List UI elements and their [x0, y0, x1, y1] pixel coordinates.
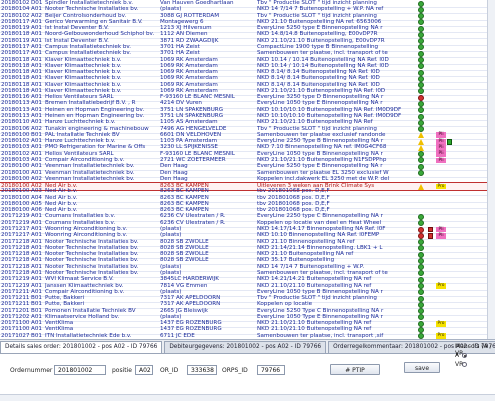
- ordernummer-label: Ordernummer: [10, 367, 53, 374]
- or-id-field[interactable]: 333638: [187, 365, 217, 375]
- mancos-a-radio[interactable]: [462, 353, 467, 358]
- order-table: 201801027 D01 Spindler Installatietechniek…: [0, 0, 495, 339]
- ordernummer-field[interactable]: 201801002: [54, 365, 106, 375]
- mancos-a-label: A: [455, 352, 460, 359]
- or-id-label: OR_ID: [160, 367, 179, 374]
- tab-details-sales-order[interactable]: Details sales order: 201801002 - pos A02…: [0, 341, 163, 353]
- orps-id-field[interactable]: 79766: [257, 365, 285, 375]
- save-button[interactable]: save: [404, 362, 440, 373]
- mancos-label: Manco's (A / VR: [455, 343, 492, 357]
- positie-label: positie: [112, 367, 132, 374]
- vertical-scrollbar[interactable]: [487, 0, 495, 339]
- orps-id-label: ORPS_ID: [222, 367, 248, 374]
- mancos-vr-radio[interactable]: [462, 362, 467, 367]
- positie-field[interactable]: A02: [135, 365, 153, 375]
- tab-debiteurgegevens[interactable]: Debiteurgegevens: 201801002 - pos A02 - …: [164, 341, 327, 353]
- details-tabs: Details sales order: 201801002 - pos A02…: [0, 341, 495, 353]
- ptip-button[interactable]: # PTIP: [330, 364, 380, 375]
